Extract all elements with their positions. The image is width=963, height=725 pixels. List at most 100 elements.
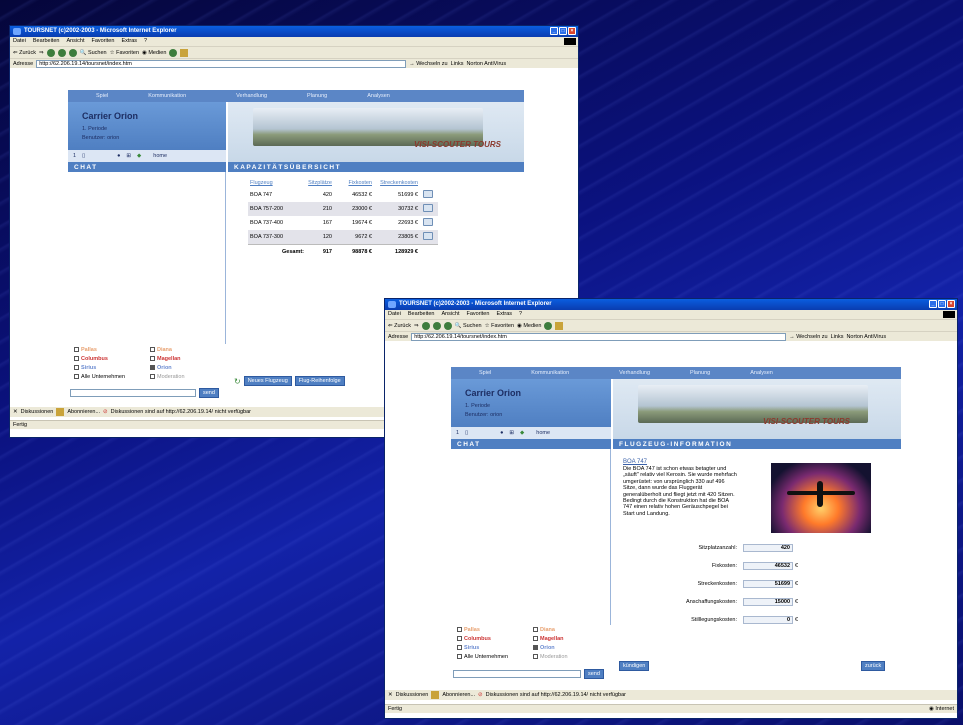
table-row[interactable]: BOA 737-400 167 19674 €22693 € xyxy=(248,216,438,230)
recipient-diana[interactable]: Diana xyxy=(533,627,609,633)
new-aircraft-button[interactable]: Neues Flugzeug xyxy=(243,376,292,386)
back-button[interactable]: ⇐ Zurück xyxy=(388,323,411,329)
close-icon[interactable]: ✕ xyxy=(13,409,18,415)
home-link[interactable]: home xyxy=(153,153,167,159)
norton-button[interactable]: Norton AntiVirus xyxy=(466,61,506,67)
favorites-button[interactable]: ☆ Favoriten xyxy=(110,50,139,56)
history-icon[interactable] xyxy=(169,48,178,57)
address-input[interactable]: http://62.206.19.14/toursnet/index.htm xyxy=(36,59,407,68)
menu-edit[interactable]: Bearbeiten xyxy=(408,311,435,318)
flight-order-button[interactable]: Flug-Reihenfolge xyxy=(294,376,345,386)
menu-favorites[interactable]: Favoriten xyxy=(467,311,490,318)
address-input[interactable]: http://62.206.19.14/toursnet/index.htm xyxy=(411,332,787,341)
recipient-pallas[interactable]: Pallas xyxy=(457,627,533,633)
col-seats[interactable]: Sitzplätze xyxy=(304,180,332,186)
go-button[interactable]: → Wechseln zu xyxy=(409,61,447,67)
chat-area[interactable] xyxy=(68,172,226,344)
nav-spiel[interactable]: Spiel xyxy=(96,93,108,99)
links-button[interactable]: Links xyxy=(451,61,464,67)
menu-favorites[interactable]: Favoriten xyxy=(92,38,115,45)
recipient-columbus[interactable]: Columbus xyxy=(457,636,533,642)
back-button[interactable]: zurück xyxy=(861,661,886,671)
inbox-icon[interactable]: ▯ xyxy=(465,430,468,436)
mail-icon[interactable] xyxy=(555,321,564,330)
menu-view[interactable]: Ansicht xyxy=(66,38,84,45)
subscribe-button[interactable]: Abonnieren... xyxy=(67,409,100,415)
menu-edit[interactable]: Bearbeiten xyxy=(33,38,60,45)
col-route[interactable]: Streckenkosten xyxy=(372,180,418,186)
menu-tools[interactable]: Extras xyxy=(121,38,137,45)
nav-kommunikation[interactable]: Kommunikation xyxy=(148,93,186,99)
media-button[interactable]: ◉ Medien xyxy=(517,323,541,329)
window-titlebar[interactable]: TOURSNET (c)2002-2003 - Microsoft Intern… xyxy=(10,26,578,37)
subscribe-button[interactable]: Abonnieren... xyxy=(442,692,475,698)
col-fixed[interactable]: Fixkosten xyxy=(332,180,372,186)
recipient-moderation[interactable]: Moderation xyxy=(150,374,226,380)
home-icon[interactable] xyxy=(443,321,452,330)
home-link[interactable]: home xyxy=(536,430,550,436)
recipient-sirius[interactable]: Sirius xyxy=(457,645,533,651)
recipient-orion[interactable]: Orion xyxy=(150,365,226,371)
forward-button[interactable]: ⇒ xyxy=(414,323,419,329)
window-titlebar[interactable]: TOURSNET (c)2002-2003 - Microsoft Intern… xyxy=(385,299,957,310)
recipient-magellan[interactable]: Magellan xyxy=(533,636,609,642)
recipient-sirius[interactable]: Sirius xyxy=(74,365,150,371)
recipient-diana[interactable]: Diana xyxy=(150,347,226,353)
detail-icon[interactable] xyxy=(423,232,433,240)
nav-analysen[interactable]: Analysen xyxy=(750,370,773,376)
table-row[interactable]: BOA 757-200 210 23000 €30732 € xyxy=(248,202,438,216)
nav-planung[interactable]: Planung xyxy=(307,93,327,99)
discussion-tools-icon[interactable] xyxy=(56,408,65,416)
nav-planung[interactable]: Planung xyxy=(690,370,710,376)
cancel-lease-button[interactable]: kündigen xyxy=(619,661,650,671)
menu-help[interactable]: ? xyxy=(519,311,522,318)
favorites-button[interactable]: ☆ Favoriten xyxy=(485,323,514,329)
nav-kommunikation[interactable]: Kommunikation xyxy=(531,370,569,376)
discussions-button[interactable]: Diskussionen xyxy=(396,692,429,698)
stop-icon[interactable] xyxy=(421,321,430,330)
refresh-icon[interactable]: ↻ xyxy=(234,377,241,386)
nav-analysen[interactable]: Analysen xyxy=(367,93,390,99)
discussions-button[interactable]: Diskussionen xyxy=(21,409,54,415)
refresh-icon[interactable] xyxy=(432,321,441,330)
table-row[interactable]: BOA 737-300 120 9672 €23805 € xyxy=(248,230,438,244)
send-button[interactable]: send xyxy=(584,669,604,679)
close-icon[interactable]: ✕ xyxy=(388,692,393,698)
nav-verhandlung[interactable]: Verhandlung xyxy=(236,93,267,99)
close-button[interactable]: × xyxy=(947,300,955,308)
recipient-orion[interactable]: Orion xyxy=(533,645,609,651)
minimize-button[interactable]: _ xyxy=(550,27,558,35)
recipient-moderation[interactable]: Moderation xyxy=(533,654,609,660)
discussion-tools-icon[interactable] xyxy=(431,691,440,699)
detail-icon[interactable] xyxy=(423,204,433,212)
chat-input[interactable] xyxy=(453,670,581,678)
search-button[interactable]: 🔍 Suchen xyxy=(455,323,482,329)
norton-button[interactable]: Norton AntiVirus xyxy=(846,334,886,340)
go-button[interactable]: → Wechseln zu xyxy=(789,334,827,340)
table-row[interactable]: BOA 747 420 46532 €51699 € xyxy=(248,188,438,202)
refresh-icon[interactable] xyxy=(57,48,66,57)
close-button[interactable]: × xyxy=(568,27,576,35)
chat-area[interactable] xyxy=(451,449,611,625)
links-button[interactable]: Links xyxy=(831,334,844,340)
recipient-all[interactable]: Alle Unternehmen xyxy=(74,374,150,380)
detail-icon[interactable] xyxy=(423,218,433,226)
home-icon[interactable] xyxy=(68,48,77,57)
recipient-pallas[interactable]: Pallas xyxy=(74,347,150,353)
mail-icon[interactable] xyxy=(180,48,189,57)
recipient-all[interactable]: Alle Unternehmen xyxy=(457,654,533,660)
send-button[interactable]: send xyxy=(199,388,219,398)
menu-help[interactable]: ? xyxy=(144,38,147,45)
minimize-button[interactable]: _ xyxy=(929,300,937,308)
maximize-button[interactable]: □ xyxy=(938,300,946,308)
nav-spiel[interactable]: Spiel xyxy=(479,370,491,376)
menu-file[interactable]: Datei xyxy=(13,38,26,45)
inbox-icon[interactable]: ▯ xyxy=(82,153,85,159)
media-button[interactable]: ◉ Medien xyxy=(142,50,166,56)
recipient-columbus[interactable]: Columbus xyxy=(74,356,150,362)
detail-icon[interactable] xyxy=(423,190,433,198)
search-button[interactable]: 🔍 Suchen xyxy=(80,50,107,56)
menu-view[interactable]: Ansicht xyxy=(441,311,459,318)
chat-input[interactable] xyxy=(70,389,196,397)
forward-button[interactable]: ⇒ xyxy=(39,50,44,56)
